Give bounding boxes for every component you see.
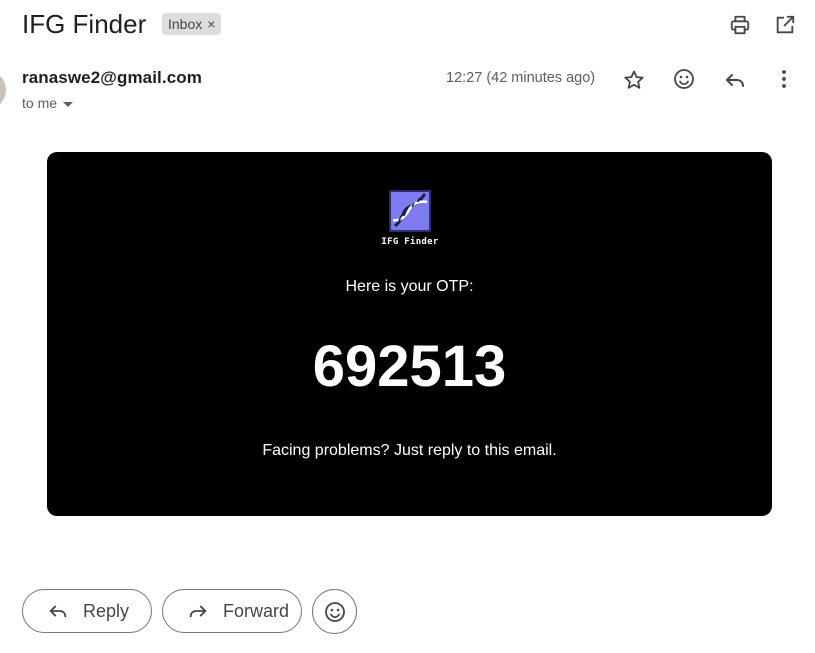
message-timestamp: 12:27 (42 minutes ago): [446, 70, 596, 86]
recipient-details-toggle[interactable]: to me: [22, 95, 74, 111]
open-in-new-window-button[interactable]: [771, 11, 799, 39]
emoji-reaction-button[interactable]: [312, 589, 357, 634]
open-in-new-window-icon: [776, 15, 795, 34]
print-icon: [730, 15, 750, 35]
otp-code: 692513: [312, 334, 507, 399]
star-button[interactable]: [620, 66, 648, 94]
email-subject: IFG Finder: [22, 9, 147, 39]
emoji-reaction-icon: [324, 601, 345, 622]
star-icon: [624, 70, 644, 89]
inbox-label-chip[interactable]: Inbox ×: [162, 13, 222, 35]
ifg-finder-logo: [389, 190, 431, 232]
add-reaction-button[interactable]: [670, 65, 698, 93]
reply-pill-button[interactable]: Reply: [22, 589, 152, 633]
reply-button[interactable]: [721, 66, 749, 94]
more-options-button[interactable]: [770, 65, 798, 93]
help-text: Facing problems? Just reply to this emai…: [262, 442, 557, 459]
forward-label: Forward: [223, 600, 290, 621]
forward-pill-button[interactable]: Forward: [162, 589, 302, 633]
otp-intro-text: Here is your OTP:: [345, 278, 474, 295]
print-button[interactable]: [726, 11, 754, 39]
reply-label: Reply: [83, 600, 130, 621]
sender-email[interactable]: ranaswe2@gmail.com: [22, 68, 202, 88]
more-options-icon: [782, 70, 786, 88]
label-text: Inbox: [168, 16, 203, 32]
forward-icon: [187, 600, 209, 622]
recipient-line: to me: [22, 95, 58, 111]
sender-avatar[interactable]: [0, 70, 6, 110]
chevron-down-icon: [63, 101, 74, 107]
emoji-reaction-icon: [674, 69, 694, 89]
remove-label-icon[interactable]: ×: [207, 17, 215, 31]
dna-icon: [391, 192, 429, 230]
logo-caption: IFG Finder: [381, 237, 439, 247]
reply-icon: [47, 600, 69, 622]
reply-icon: [726, 74, 744, 87]
